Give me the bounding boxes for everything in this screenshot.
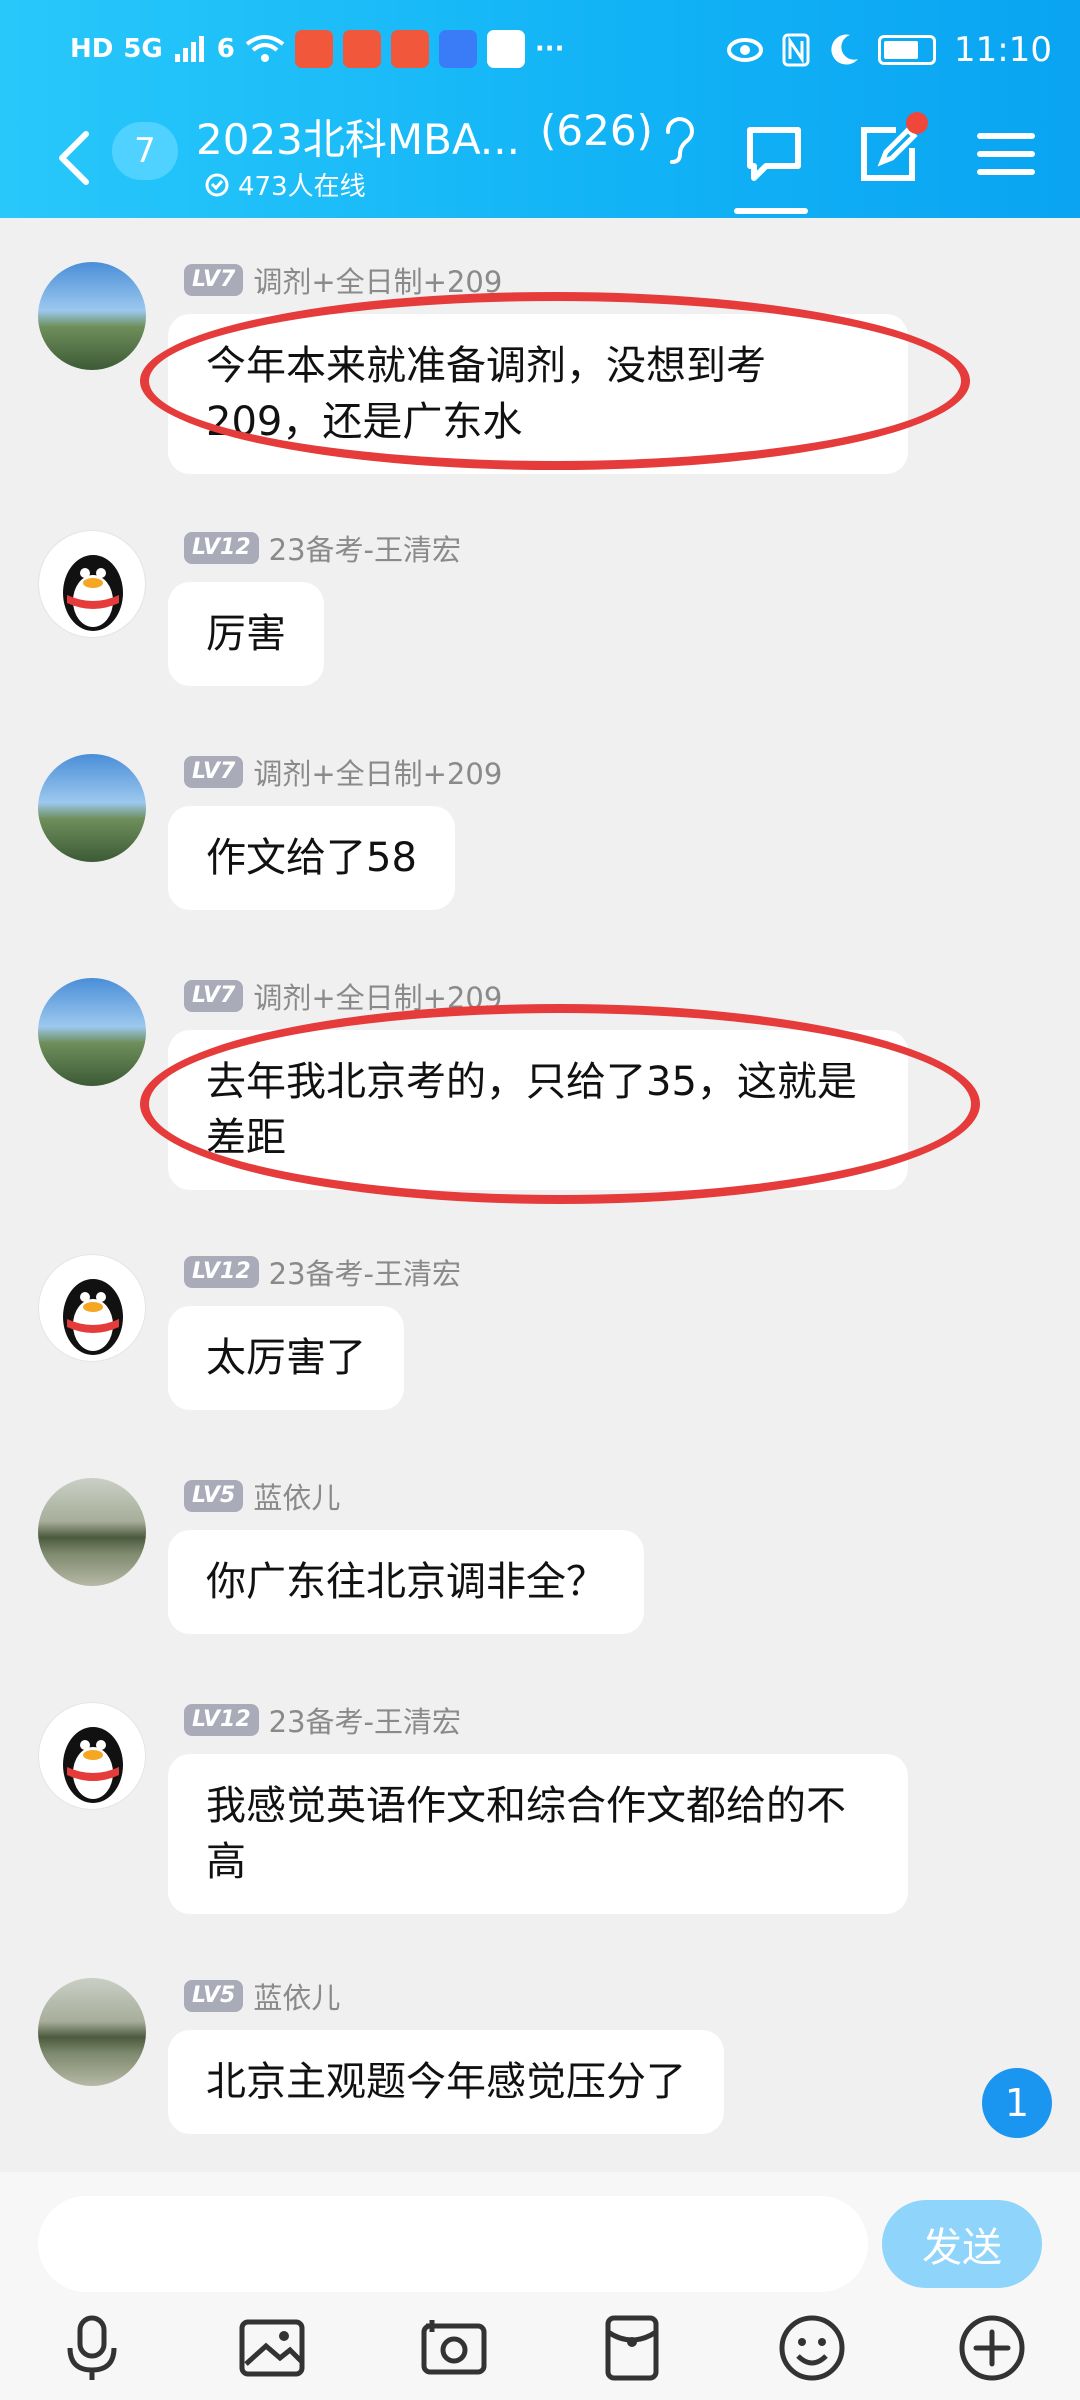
nickname[interactable]: 调剂+全日制+209 <box>253 975 502 1017</box>
battery-icon <box>878 35 937 65</box>
app-notification-icon <box>294 30 333 68</box>
byd-icon <box>486 30 525 68</box>
message-bubble[interactable]: 太厉害了 <box>168 1306 404 1410</box>
eye-icon <box>727 38 764 62</box>
level-badge: LV12 <box>184 1256 259 1288</box>
message-bubble[interactable]: 去年我北京考的，只给了35，这就是差距 <box>168 1030 908 1190</box>
signal-label: 5G <box>123 34 163 64</box>
online-check-icon <box>205 173 229 196</box>
network-label: HD <box>70 34 114 64</box>
message-list[interactable]: LV7 调剂+全日制+209 今年本来就准备调剂，没想到考209，还是广东水 L… <box>0 218 1080 2172</box>
message-bubble[interactable]: 今年本来就准备调剂，没想到考209，还是广东水 <box>168 314 908 474</box>
wifi-label: 6 <box>216 34 235 64</box>
nickname[interactable]: 蓝依儿 <box>253 1475 340 1517</box>
avatar[interactable] <box>38 262 146 370</box>
image-icon[interactable] <box>236 2312 308 2384</box>
avatar[interactable] <box>38 530 146 638</box>
avatar[interactable] <box>38 1478 146 1586</box>
message-meta: LV12 23备考-王清宏 <box>184 1251 461 1293</box>
camera-icon[interactable] <box>418 2312 490 2384</box>
new-message-badge[interactable]: 1 <box>982 2068 1052 2138</box>
alipay-icon <box>438 30 477 68</box>
nfc-icon <box>782 33 810 67</box>
plus-icon[interactable] <box>956 2312 1028 2384</box>
level-badge: LV12 <box>184 1704 259 1736</box>
message-bubble[interactable]: 北京主观题今年感觉压分了 <box>168 2030 724 2134</box>
avatar[interactable] <box>38 1978 146 2086</box>
active-tab-indicator <box>734 208 808 214</box>
message-meta: LV7 调剂+全日制+209 <box>184 259 502 301</box>
level-badge: LV7 <box>184 980 244 1012</box>
more-notifications: ··· <box>534 34 565 64</box>
qq-penguin-icon <box>63 555 123 631</box>
chat-tab-icon[interactable] <box>742 122 806 186</box>
app-notification-icon-2 <box>390 30 429 68</box>
qq-penguin-icon <box>63 1279 123 1355</box>
message-bubble[interactable]: 作文给了58 <box>168 806 455 910</box>
emoji-icon[interactable] <box>776 2312 848 2384</box>
member-count[interactable]: (626) <box>540 106 653 155</box>
message-meta: LV12 23备考-王清宏 <box>184 1699 461 1741</box>
nickname[interactable]: 23备考-王清宏 <box>269 527 461 569</box>
message-meta: LV7 调剂+全日制+209 <box>184 751 502 793</box>
message-meta: LV7 调剂+全日制+209 <box>184 975 502 1017</box>
nickname[interactable]: 调剂+全日制+209 <box>253 751 502 793</box>
nickname[interactable]: 调剂+全日制+209 <box>253 259 502 301</box>
nickname[interactable]: 23备考-王清宏 <box>269 1699 461 1741</box>
avatar[interactable] <box>38 1254 146 1362</box>
notification-dot <box>906 112 928 134</box>
status-right: 11:10 <box>726 30 1052 70</box>
level-badge: LV12 <box>184 532 259 564</box>
microphone-icon[interactable] <box>56 2312 128 2384</box>
menu-icon[interactable] <box>974 122 1038 186</box>
message-bubble[interactable]: 你广东往北京调非全？ <box>168 1530 644 1634</box>
moon-icon <box>831 34 859 65</box>
level-badge: LV5 <box>184 1980 244 2012</box>
message-bubble[interactable]: 我感觉英语作文和综合作文都给的不高 <box>168 1754 908 1914</box>
avatar[interactable] <box>38 1702 146 1810</box>
unread-count-badge[interactable]: 7 <box>112 122 178 180</box>
status-left: HD 5G 6 ··· <box>70 30 565 68</box>
nav-bar: 7 2023北科MBA... (626) 473人在线 <box>0 104 1080 218</box>
group-title[interactable]: 2023北科MBA... <box>196 106 520 167</box>
level-badge: LV7 <box>184 756 244 788</box>
message-meta: LV5 蓝依儿 <box>184 1975 340 2017</box>
back-chevron-icon[interactable] <box>52 128 98 188</box>
signal-icon <box>174 36 204 62</box>
nickname[interactable]: 23备考-王清宏 <box>269 1251 461 1293</box>
qq-penguin-icon <box>63 1727 123 1803</box>
message-input[interactable] <box>38 2196 868 2292</box>
chat-header: HD 5G 6 ··· 11:10 7 2023北科MBA... (626) 4… <box>0 0 1080 218</box>
shield-app-icon <box>342 30 381 68</box>
online-count: 473人在线 <box>238 172 366 202</box>
red-packet-icon[interactable] <box>596 2312 668 2384</box>
input-bar: 发送 <box>0 2172 1080 2400</box>
message-meta: LV12 23备考-王清宏 <box>184 527 461 569</box>
send-button[interactable]: 发送 <box>882 2200 1042 2288</box>
avatar[interactable] <box>38 978 146 1086</box>
level-badge: LV5 <box>184 1480 244 1512</box>
nickname[interactable]: 蓝依儿 <box>253 1975 340 2017</box>
level-badge: LV7 <box>184 264 244 296</box>
status-time: 11:10 <box>954 30 1052 70</box>
message-meta: LV5 蓝依儿 <box>184 1475 340 1517</box>
ear-icon[interactable] <box>660 114 696 166</box>
status-bar: HD 5G 6 ··· 11:10 <box>0 0 1080 104</box>
wifi-icon <box>245 35 285 62</box>
online-status: 473人在线 <box>204 166 366 203</box>
avatar[interactable] <box>38 754 146 862</box>
message-bubble[interactable]: 厉害 <box>168 582 324 686</box>
